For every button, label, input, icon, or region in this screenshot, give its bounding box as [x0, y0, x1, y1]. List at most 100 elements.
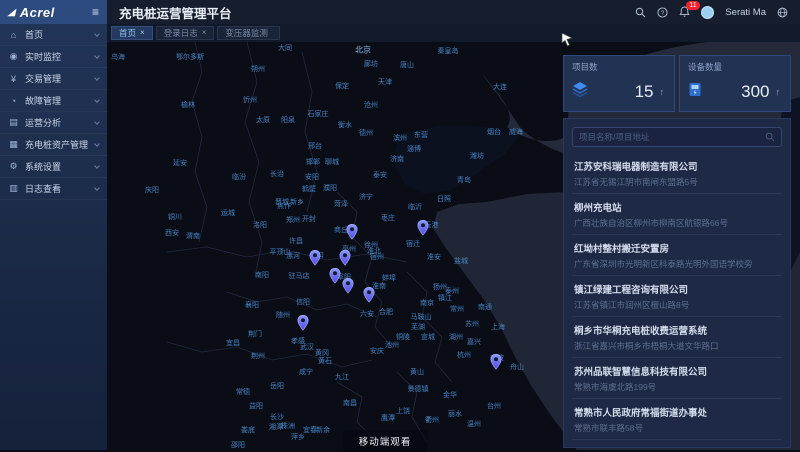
- sidebar-item-label: 系统设置: [25, 160, 61, 173]
- map-city-label: 安庆: [370, 346, 384, 356]
- map-city-label: 临沂: [408, 202, 422, 212]
- map-pin[interactable]: [342, 278, 354, 299]
- project-list-item[interactable]: 苏州品联智慧信息科技有限公司 常熟市海虞北路199号: [572, 358, 782, 399]
- map-city-label: 淄博: [407, 144, 421, 154]
- map-city-label: 鄂尔多斯: [176, 52, 204, 62]
- project-name: 桐乡市华桐充电桩收费运营系统: [574, 323, 780, 337]
- map-pin[interactable]: [346, 224, 358, 245]
- map-pin[interactable]: [363, 287, 375, 308]
- project-name: 常熟市人民政府常福街道办事处: [574, 405, 780, 419]
- tab-close-icon[interactable]: ×: [202, 29, 207, 37]
- search-icon[interactable]: [765, 132, 781, 142]
- map-city-label: 南昌: [343, 398, 357, 408]
- sidebar-item-icon: ▥: [8, 183, 19, 194]
- map-city-label: 杭州: [457, 350, 471, 360]
- project-name: 苏州品联智慧信息科技有限公司: [574, 364, 780, 378]
- map-city-label: 菏泽: [334, 199, 348, 209]
- map-pin[interactable]: [297, 315, 309, 336]
- map-city-label: 朔州: [251, 64, 265, 74]
- project-name: 镇江绿建工程咨询有限公司: [574, 282, 780, 296]
- map-city-label: 上海: [491, 322, 505, 332]
- map-city-label: 延安: [173, 158, 187, 168]
- language-globe-icon[interactable]: [777, 7, 788, 18]
- map-city-label: 宿州: [370, 252, 384, 262]
- map-city-label: 湖州: [449, 332, 463, 342]
- sidebar-item-label: 运营分析: [25, 116, 61, 129]
- tab[interactable]: 首页 ×: [111, 26, 153, 40]
- map-city-label: 鹤壁: [302, 184, 316, 194]
- map-city-label: 阳泉: [281, 115, 295, 125]
- avatar[interactable]: [701, 6, 714, 19]
- logo-text: Acrel: [20, 5, 55, 20]
- project-list-item[interactable]: 镇江绿建工程咨询有限公司 江苏省镇江市润州区檀山路8号: [572, 276, 782, 317]
- sidebar-item-label: 实时监控: [25, 50, 61, 63]
- sidebar-item-icon: ▤: [8, 117, 19, 128]
- project-list-item[interactable]: 红坳村整村搬迁安置房 广东省深圳市光明新区科泰路光明外国语学校旁: [572, 235, 782, 276]
- notification-badge: 11: [686, 1, 699, 10]
- map-city-label: 益阳: [249, 401, 263, 411]
- notification-bell-icon[interactable]: 11: [679, 6, 690, 18]
- map-city-label: 保定: [335, 81, 349, 91]
- trend-up-icon: ↑: [660, 87, 665, 97]
- map-city-label: 郑州: [286, 215, 300, 225]
- map-city-label: 常德: [236, 387, 250, 397]
- map-city-label: 威海: [509, 127, 523, 137]
- map-city-label: 忻州: [243, 95, 257, 105]
- map-city-label: 济宁: [359, 192, 373, 202]
- map-pin[interactable]: [309, 250, 321, 271]
- project-search-input[interactable]: [573, 132, 765, 142]
- map-city-label: 丽水: [448, 409, 462, 419]
- map-city-label: 池州: [385, 340, 399, 350]
- tab-close-icon[interactable]: ×: [140, 29, 145, 37]
- project-list-item[interactable]: 桐乡市华桐充电桩收费运营系统 浙江省嘉兴市桐乡市梧桐大道文华路口: [572, 317, 782, 358]
- sidebar-item[interactable]: ▤ 运营分析: [0, 112, 107, 134]
- chevron-down-icon: [94, 97, 100, 103]
- sidebar-item[interactable]: ⌂ 首页: [0, 24, 107, 46]
- map-pin[interactable]: [417, 220, 429, 241]
- map-city-label: 枣庄: [381, 213, 395, 223]
- username[interactable]: Serati Ma: [725, 7, 766, 18]
- sidebar-item-icon: ¥: [8, 74, 19, 84]
- project-address: 浙江省嘉兴市桐乡市梧桐大道文华路口: [574, 340, 780, 352]
- tab[interactable]: 变压器监测: [217, 26, 280, 40]
- map-city-label: 黄石: [318, 356, 332, 366]
- menu-toggle-icon[interactable]: ≡: [92, 6, 99, 18]
- map-city-label: 日照: [437, 194, 451, 204]
- sidebar-item[interactable]: ▦ 充电桩资产管理: [0, 134, 107, 156]
- svg-text:?: ?: [661, 9, 665, 16]
- trend-up-icon: ↑: [776, 87, 781, 97]
- tab[interactable]: 登录日志 ×: [156, 26, 215, 40]
- stat-value: 300: [741, 82, 769, 102]
- map-city-label: 北京: [355, 45, 371, 56]
- stat-label: 项目数: [572, 61, 666, 73]
- stat-card-projects: 项目数 15 ↑: [563, 55, 675, 112]
- map-city-label: 乌海: [111, 52, 125, 62]
- map-city-label: 合肥: [379, 307, 393, 317]
- stats-row: 项目数 15 ↑ 设备数量 300 ↑: [563, 55, 791, 112]
- map-pin[interactable]: [490, 354, 502, 375]
- project-list-item[interactable]: 柳州充电站 广西壮族自治区柳州市柳南区航银路66号: [572, 194, 782, 235]
- project-name: 江苏安科瑞电器制造有限公司: [574, 159, 780, 173]
- sidebar-item[interactable]: ▥ 日志查看: [0, 178, 107, 200]
- project-list-item[interactable]: 常熟市人民政府常福街道办事处 常熟市联丰路58号: [572, 399, 782, 440]
- map-city-label: 烟台: [487, 127, 501, 137]
- sidebar-item[interactable]: ◉ 实时监控: [0, 46, 107, 68]
- map-city-label: 鹰潭: [381, 413, 395, 423]
- sidebar-item[interactable]: ⚙ 系统设置: [0, 156, 107, 178]
- map-city-label: 邢台: [308, 141, 322, 151]
- map-city-label: 沧州: [364, 100, 378, 110]
- map-city-label: 武汉: [300, 342, 314, 352]
- help-icon[interactable]: ?: [657, 7, 668, 18]
- sidebar-item[interactable]: ◔ 故障管理: [0, 90, 107, 112]
- map-pin[interactable]: [329, 268, 341, 289]
- map-city-label: 新乡: [290, 197, 304, 207]
- map-city-label: 新余: [316, 425, 330, 435]
- sidebar-item-label: 充电桩资产管理: [25, 138, 88, 151]
- project-list-item[interactable]: 江苏安科瑞电器制造有限公司 江苏省无锡江阴市南闸东盟路5号: [572, 153, 782, 194]
- project-panel: 江苏安科瑞电器制造有限公司 江苏省无锡江阴市南闸东盟路5号 柳州充电站 广西壮族…: [563, 118, 791, 448]
- search-icon[interactable]: [635, 7, 646, 18]
- map-city-label: 运城: [221, 208, 235, 218]
- chevron-down-icon: [94, 31, 100, 37]
- map-city-label: 大连: [493, 82, 507, 92]
- sidebar-item[interactable]: ¥ 交易管理: [0, 68, 107, 90]
